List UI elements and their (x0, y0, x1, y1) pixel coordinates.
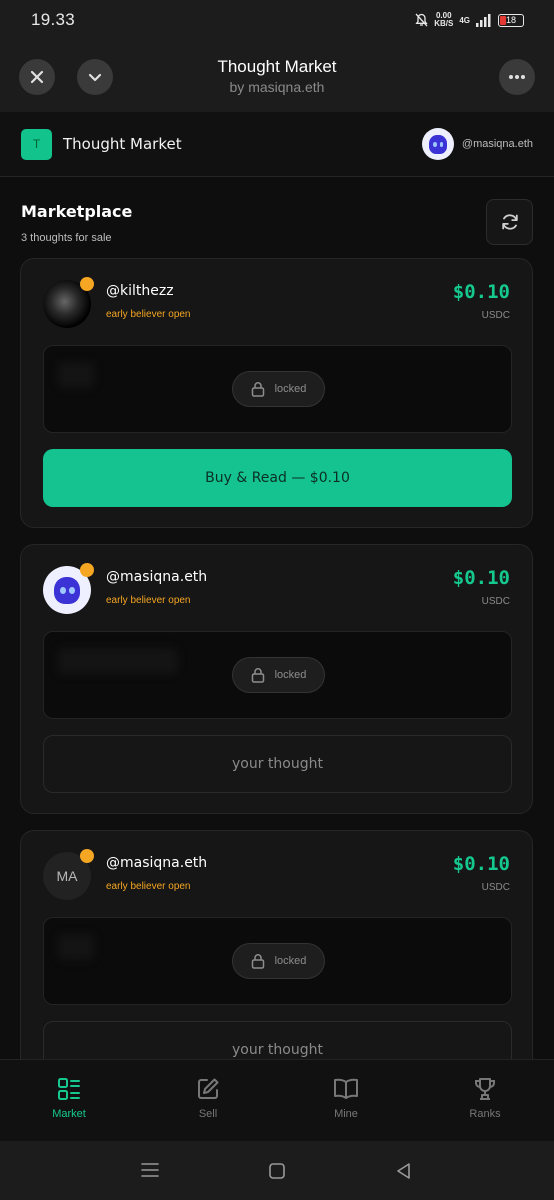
card-username[interactable]: @kilthezz (106, 283, 174, 299)
blurred-preview (58, 362, 94, 388)
bell-off-icon (415, 13, 428, 27)
status-time: 19.33 (31, 10, 76, 29)
avatar-blob (428, 135, 447, 154)
more-button[interactable] (499, 59, 535, 95)
marketplace-title: Marketplace (21, 202, 133, 221)
lock-icon (251, 668, 264, 683)
your-thought-button[interactable]: your thought (43, 735, 512, 793)
locked-content: locked (43, 631, 512, 719)
user-handle: @masiqna.eth (461, 138, 533, 150)
nav-item-mine[interactable]: Mine (301, 1076, 391, 1120)
status-dot (80, 277, 94, 291)
nav-item-market[interactable]: Market (24, 1076, 114, 1120)
more-icon (509, 75, 525, 79)
trophy-icon (475, 1078, 495, 1100)
blurred-preview (58, 648, 178, 674)
browser-header: Thought Market by masiqna.eth (0, 44, 554, 112)
avatar-eye (433, 142, 438, 147)
card-price: $0.10 (452, 281, 510, 303)
marketplace-subtitle: 3 thoughts for sale (21, 232, 112, 244)
card-price: $0.10 (452, 853, 510, 875)
status-dot (80, 849, 94, 863)
back-icon[interactable] (395, 1162, 413, 1180)
card-tag: early believer open (106, 881, 191, 892)
bottom-nav: Market Sell Mine Ranks (0, 1059, 554, 1141)
market-icon (58, 1078, 80, 1100)
status-icons: 0.00 KB/S 4G 18 (415, 12, 524, 28)
nav-item-ranks[interactable]: Ranks (440, 1076, 530, 1120)
locked-label: locked (274, 669, 307, 681)
thought-card: @masiqna.eth early believer open $0.10 U… (20, 544, 533, 814)
system-nav-bar (0, 1141, 554, 1200)
thought-card: @kilthezz early believer open $0.10 USDC… (20, 258, 533, 528)
network-type: 4G (459, 15, 470, 25)
locked-label: locked (274, 955, 307, 967)
avatar-eye (60, 587, 67, 594)
lock-icon (251, 954, 264, 969)
net-speed-unit: KB/S (434, 19, 454, 28)
blurred-preview (58, 934, 94, 960)
locked-badge: locked (232, 657, 325, 693)
net-speed: 0.00 KB/S (434, 12, 453, 28)
user-chip[interactable]: @masiqna.eth (421, 128, 533, 160)
locked-label: locked (274, 383, 307, 395)
card-price: $0.10 (452, 567, 510, 589)
card-currency: USDC (481, 596, 510, 607)
locked-content: locked (43, 345, 512, 433)
locked-badge: locked (232, 371, 325, 407)
signal-icon (476, 13, 491, 27)
page-title: Thought Market (217, 57, 337, 76)
home-icon[interactable] (268, 1162, 286, 1180)
card-tag: early believer open (106, 595, 191, 606)
app-bar: T Thought Market @masiqna.eth (0, 112, 554, 177)
battery-icon: 18 (498, 13, 524, 27)
edit-icon (198, 1078, 219, 1099)
avatar-blob (53, 576, 81, 605)
nav-item-sell[interactable]: Sell (163, 1076, 253, 1120)
book-icon (334, 1078, 358, 1099)
refresh-button[interactable] (486, 199, 533, 245)
menu-icon[interactable] (141, 1162, 159, 1178)
nav-label: Ranks (469, 1108, 501, 1120)
status-bar: 19.33 0.00 KB/S 4G 18 (0, 0, 554, 44)
battery-level: 18 (505, 14, 516, 25)
avatar-eye (439, 142, 444, 147)
lock-icon (251, 382, 264, 397)
status-dot (80, 563, 94, 577)
locked-content: locked (43, 917, 512, 1005)
avatar-eye (69, 587, 76, 594)
card-username[interactable]: @masiqna.eth (106, 569, 207, 585)
card-tag: early believer open (106, 309, 191, 320)
nav-label: Market (52, 1108, 86, 1120)
card-currency: USDC (481, 882, 510, 893)
card-username[interactable]: @masiqna.eth (106, 855, 207, 871)
buy-read-button[interactable]: Buy & Read — $0.10 (43, 449, 512, 507)
app-name: Thought Market (63, 135, 182, 153)
avatar (421, 128, 454, 160)
app-logo[interactable]: T (21, 129, 52, 160)
page-subtitle: by masiqna.eth (229, 79, 325, 95)
nav-label: Sell (198, 1108, 218, 1120)
nav-label: Mine (334, 1108, 358, 1120)
refresh-icon (501, 214, 518, 230)
card-currency: USDC (481, 310, 510, 321)
locked-badge: locked (232, 943, 325, 979)
